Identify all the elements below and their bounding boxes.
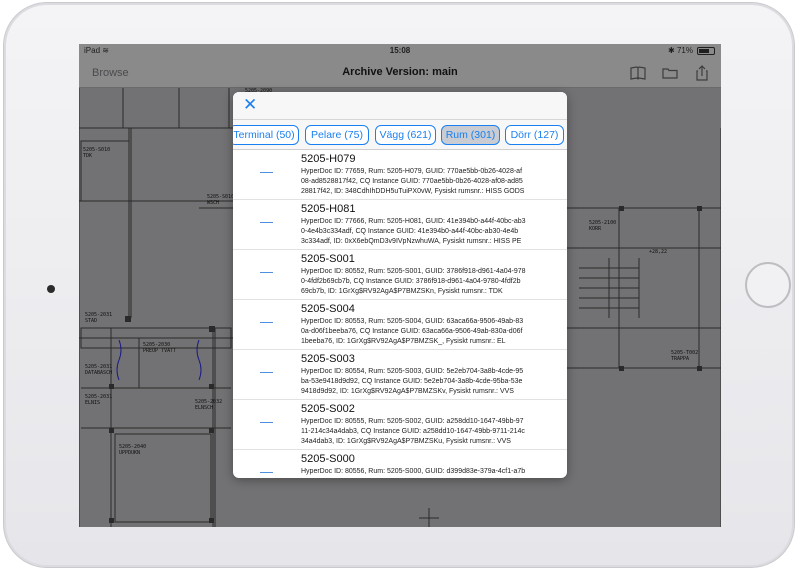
item-name: 5205-H079: [301, 153, 356, 165]
navigation-bar: Browse Archive Version: main: [79, 58, 721, 88]
list-item[interactable]: 5205-H081 HyperDoc ID: 77666, Rum: 5205-…: [233, 200, 567, 250]
plan-label: 5205-2031 STAD: [85, 312, 113, 324]
bluetooth-icon: ✱: [668, 46, 675, 55]
home-button[interactable]: [745, 262, 791, 308]
app-screen: iPad ≋ 15:08 ✱ 71% Browse Archive Versio…: [79, 44, 721, 527]
book-icon[interactable]: [629, 65, 647, 81]
filter-rum[interactable]: Rum (301): [441, 125, 500, 145]
filter-vagg[interactable]: Vägg (621): [375, 125, 436, 145]
plan-label: +28,22: [649, 249, 668, 255]
item-name: 5205-S003: [301, 353, 355, 365]
toolbar-icons: [629, 65, 711, 81]
list-item[interactable]: 5205-S004 HyperDoc ID: 80553, Rum: 5205-…: [233, 300, 567, 350]
popover-header: ✕: [233, 92, 567, 120]
battery-fill: [699, 49, 709, 53]
item-name: 5205-H081: [301, 203, 356, 215]
color-swatch: [260, 472, 273, 473]
status-bar: iPad ≋ 15:08 ✱ 71%: [79, 44, 721, 58]
list-item[interactable]: 5205-S002 HyperDoc ID: 80555, Rum: 5205-…: [233, 400, 567, 450]
item-details: HyperDoc ID: 80553, Rum: 5205-S004, GUID…: [301, 318, 524, 345]
plan-label: 5205-S010 TDK: [83, 147, 111, 159]
item-details: HyperDoc ID: 80555, Rum: 5205-S002, GUID…: [301, 418, 525, 445]
plan-label: 5205-2040 UPPDUKN: [119, 444, 147, 456]
plan-label: 5205-S010 WSCH: [207, 194, 235, 206]
list-item[interactable]: 5205-H079 HyperDoc ID: 77659, Rum: 5205-…: [233, 150, 567, 200]
color-swatch: [260, 172, 273, 173]
filter-pelare[interactable]: Pelare (75): [305, 125, 369, 145]
filter-terminal[interactable]: Terminal (50): [233, 125, 299, 145]
color-swatch: [260, 272, 273, 273]
filter-bar: Terminal (50) Pelare (75) Vägg (621) Rum…: [233, 120, 567, 150]
item-name: 5205-S001: [301, 253, 355, 265]
item-details: HyperDoc ID: 77659, Rum: 5205-H079, GUID…: [301, 168, 525, 195]
color-swatch: [260, 322, 273, 323]
battery-percent: ✱ 71%: [668, 46, 693, 55]
color-swatch: [260, 372, 273, 373]
item-name: 5205-S004: [301, 303, 355, 315]
item-details: HyperDoc ID: 80556, Rum: 5205-S000, GUID…: [301, 468, 526, 475]
list-item[interactable]: 5205-S003 HyperDoc ID: 80554, Rum: 5205-…: [233, 350, 567, 400]
plan-label: 5205-2031 DATABASCH: [85, 364, 113, 376]
share-icon[interactable]: [693, 65, 711, 81]
item-name: 5205-S002: [301, 403, 355, 415]
close-icon[interactable]: ✕: [243, 95, 257, 115]
color-swatch: [260, 222, 273, 223]
filter-dorr[interactable]: Dörr (127): [505, 125, 564, 145]
object-list-popover: ✕ Terminal (50) Pelare (75) Vägg (621) R…: [233, 92, 567, 478]
room-list[interactable]: 5205-H079 HyperDoc ID: 77659, Rum: 5205-…: [233, 150, 567, 478]
folder-icon[interactable]: [661, 65, 679, 81]
front-camera: [47, 285, 55, 293]
list-item[interactable]: 5205-S000 HyperDoc ID: 80556, Rum: 5205-…: [233, 450, 567, 478]
list-item[interactable]: 5205-S001 HyperDoc ID: 80552, Rum: 5205-…: [233, 250, 567, 300]
page-title: Archive Version: main: [342, 66, 458, 78]
color-swatch: [260, 422, 273, 423]
item-details: HyperDoc ID: 80554, Rum: 5205-S003, GUID…: [301, 368, 524, 395]
plan-label: 5205-T002 TRAPPA: [671, 350, 699, 362]
clock: 15:08: [389, 46, 411, 55]
battery-icon: [697, 47, 715, 55]
plan-label: 5205-2031 ELNIS: [85, 394, 113, 406]
item-details: HyperDoc ID: 77666, Rum: 5205-H081, GUID…: [301, 218, 526, 245]
item-name: 5205-S000: [301, 453, 355, 465]
item-details: HyperDoc ID: 80552, Rum: 5205-S001, GUID…: [301, 268, 526, 295]
plan-label: 5205-2032 ELNSCH: [195, 399, 223, 411]
plan-label: 5205-2100 KORR: [589, 220, 617, 232]
plan-label: 5205-2030 PREOP TVATT: [143, 342, 177, 354]
